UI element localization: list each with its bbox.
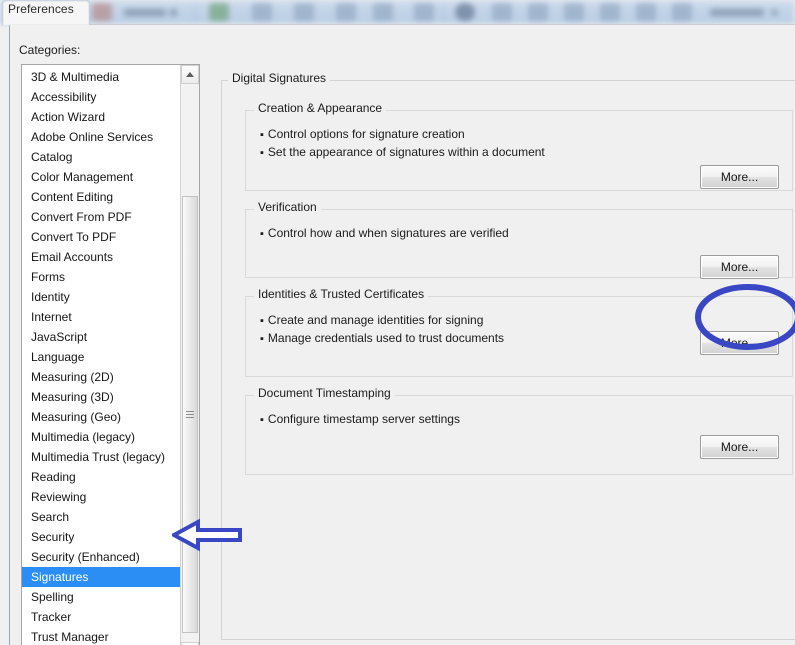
verification-bullets: ▪ Control how and when signatures are ver…	[260, 225, 509, 243]
category-item-security-enhanced[interactable]: Security (Enhanced)	[22, 547, 180, 567]
bullet-text: Manage credentials used to trust documen…	[267, 331, 505, 345]
bullet-text: Create and manage identities for signing	[267, 313, 484, 327]
toolbar-separator-1	[195, 3, 196, 21]
toolbar-zoom-out-icon	[528, 3, 548, 21]
category-item-multimedia-trust-legacy[interactable]: Multimedia Trust (legacy)	[22, 447, 180, 467]
timestamping-bullets: ▪ Configure timestamp server settings	[260, 411, 460, 429]
category-item-convert-from-pdf[interactable]: Convert From PDF	[22, 207, 180, 227]
category-item-reading[interactable]: Reading	[22, 467, 180, 487]
verification-group: Verification ▪ Control how and when signa…	[245, 200, 793, 279]
category-item-convert-to-pdf[interactable]: Convert To PDF	[22, 227, 180, 247]
category-item-email-accounts[interactable]: Email Accounts	[22, 247, 180, 267]
category-item-identity[interactable]: Identity	[22, 287, 180, 307]
bullet-icon: ▪	[260, 414, 264, 426]
identities-trusted-certificates-group: Identities & Trusted Certificates ▪ Creat…	[245, 287, 793, 377]
category-item-security[interactable]: Security	[22, 527, 180, 547]
toolbar-share-icon	[336, 3, 356, 21]
category-item-accessibility[interactable]: Accessibility	[22, 87, 180, 107]
category-item-content-editing[interactable]: Content Editing	[22, 187, 180, 207]
creation-appearance-group: Creation & Appearance ▪ Control options f…	[245, 101, 793, 191]
category-item-multimedia-legacy[interactable]: Multimedia (legacy)	[22, 427, 180, 447]
grip-icon	[186, 409, 194, 420]
toolbar-print-icon	[252, 3, 272, 21]
category-item-measuring-geo[interactable]: Measuring (Geo)	[22, 407, 180, 427]
bullet-icon: ▪	[260, 147, 264, 159]
toolbar-separator-2	[443, 3, 444, 21]
toolbar-email-icon	[294, 3, 314, 21]
bullet-icon: ▪	[260, 315, 264, 327]
toolbar-rotate-icon	[672, 3, 692, 21]
bullet-text: Configure timestamp server settings	[267, 412, 460, 426]
category-item-action-wizard[interactable]: Action Wizard	[22, 107, 180, 127]
toolbar-create-label	[124, 9, 166, 16]
categories-label: Categories:	[19, 43, 81, 57]
toolbar-pan-icon	[564, 3, 584, 21]
toolbar-select-icon	[455, 3, 475, 21]
category-item-javascript[interactable]: JavaScript	[22, 327, 180, 347]
toolbar-sign-icon	[373, 3, 393, 21]
category-item-internet[interactable]: Internet	[22, 307, 180, 327]
bullet-icon: ▪	[260, 333, 264, 345]
toolbar-save-icon	[209, 3, 229, 21]
digital-signatures-title: Digital Signatures	[228, 71, 331, 85]
bullet-icon: ▪	[260, 228, 264, 240]
chevron-up-icon	[186, 72, 194, 77]
category-item-catalog[interactable]: Catalog	[22, 147, 180, 167]
creation-appearance-title: Creation & Appearance	[254, 101, 387, 115]
bullet-text: Set the appearance of signatures within …	[267, 145, 545, 159]
categories-listbox[interactable]: 3D & Multimedia Accessibility Action Wiz…	[21, 64, 200, 645]
category-item-search[interactable]: Search	[22, 507, 180, 527]
toolbar-find-icon	[636, 3, 656, 21]
toolbar-zoom-icon	[492, 3, 512, 21]
category-item-reviewing[interactable]: Reviewing	[22, 487, 180, 507]
toolbar-create-icon	[92, 3, 112, 21]
toolbar-customize-label	[710, 9, 764, 16]
application-toolbar	[0, 0, 795, 24]
category-item-tracker[interactable]: Tracker	[22, 607, 180, 627]
creation-appearance-more-button[interactable]: More...	[700, 165, 779, 189]
identities-trusted-certificates-title: Identities & Trusted Certificates	[254, 287, 429, 301]
document-timestamping-title: Document Timestamping	[254, 386, 395, 400]
category-item-signatures[interactable]: Signatures	[22, 567, 180, 587]
category-item-forms[interactable]: Forms	[22, 267, 180, 287]
toolbar-customize-caret	[771, 10, 778, 15]
preferences-title: Preferences	[8, 2, 74, 16]
category-item-measuring-2d[interactable]: Measuring (2D)	[22, 367, 180, 387]
category-item-color-management[interactable]: Color Management	[22, 167, 180, 187]
preferences-dialog-screenshot: Preferences Categories: 3D & Multimedia …	[0, 0, 795, 645]
bullet-text: Control how and when signatures are veri…	[267, 226, 509, 240]
scrollbar-thumb[interactable]	[182, 196, 198, 633]
creation-appearance-bullets: ▪ Control options for signature creation …	[260, 126, 545, 162]
dialog-body: Categories: 3D & Multimedia Accessibilit…	[9, 24, 795, 645]
timestamping-more-button[interactable]: More...	[700, 435, 779, 459]
toolbar-create-caret	[170, 9, 177, 16]
category-item-3d-multimedia[interactable]: 3D & Multimedia	[22, 67, 180, 87]
categories-scrollbar[interactable]	[180, 65, 199, 645]
category-item-trust-manager[interactable]: Trust Manager	[22, 627, 180, 645]
scroll-up-button[interactable]	[181, 65, 199, 84]
bullet-icon: ▪	[260, 129, 264, 141]
category-item-language[interactable]: Language	[22, 347, 180, 367]
toolbar-search-icon	[600, 3, 620, 21]
identities-bullets: ▪ Create and manage identities for signin…	[260, 312, 504, 348]
category-item-measuring-3d[interactable]: Measuring (3D)	[22, 387, 180, 407]
category-item-spelling[interactable]: Spelling	[22, 587, 180, 607]
verification-more-button[interactable]: More...	[700, 255, 779, 279]
categories-list: 3D & Multimedia Accessibility Action Wiz…	[22, 67, 180, 645]
toolbar-comment-icon	[414, 3, 434, 21]
document-timestamping-group: Document Timestamping ▪ Configure timesta…	[245, 386, 793, 475]
verification-title: Verification	[254, 200, 321, 214]
identities-more-button[interactable]: More...	[700, 331, 779, 355]
category-item-adobe-online-services[interactable]: Adobe Online Services	[22, 127, 180, 147]
bullet-text: Control options for signature creation	[267, 127, 465, 141]
digital-signatures-group: Digital Signatures Creation & Appearance…	[221, 71, 795, 640]
